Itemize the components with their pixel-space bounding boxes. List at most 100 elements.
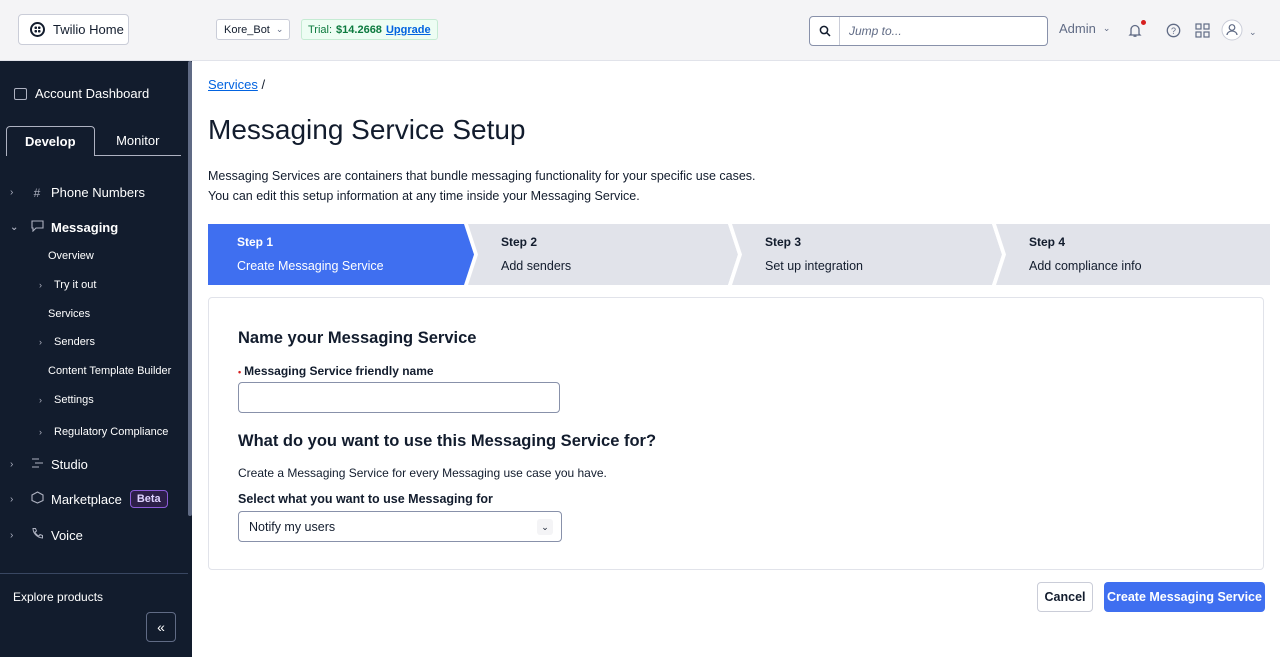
sidebar-subitem-label: Content Template Builder xyxy=(48,365,172,377)
chevron-right-icon: › xyxy=(39,427,42,437)
notification-dot xyxy=(1141,20,1146,25)
description-line-1: Messaging Services are containers that b… xyxy=(208,169,756,183)
trial-balance: $14.2668 xyxy=(336,23,382,36)
sidebar-scrollbar[interactable] xyxy=(188,61,192,516)
sidebar-item-marketplace[interactable]: › Marketplace Beta xyxy=(10,490,168,508)
chevron-down-icon: ⌄ xyxy=(1102,23,1111,33)
admin-label: Admin xyxy=(1059,21,1096,36)
tab-develop[interactable]: Develop xyxy=(6,126,95,156)
page-description: Messaging Services are containers that b… xyxy=(208,166,756,206)
tab-monitor[interactable]: Monitor xyxy=(95,125,182,155)
sidebar-subitem-label: Senders xyxy=(54,336,95,348)
breadcrumb: Services / xyxy=(208,77,265,92)
explore-products-label: Explore products xyxy=(13,590,104,603)
search-input[interactable] xyxy=(840,17,1040,45)
step-label: Add senders xyxy=(501,259,572,273)
marketplace-icon xyxy=(30,491,44,507)
friendly-name-input[interactable] xyxy=(238,382,560,413)
twilio-logo-icon xyxy=(30,22,45,37)
sidebar-item-phone-numbers[interactable]: › # Phone Numbers xyxy=(10,185,145,200)
sidebar-item-label: Marketplace xyxy=(51,491,122,507)
bell-icon[interactable] xyxy=(1126,20,1146,39)
beta-badge: Beta xyxy=(129,490,168,508)
user-menu[interactable]: ⌄ xyxy=(1221,19,1257,46)
sidebar-subitem-try-it-out[interactable]: › Try it out xyxy=(39,279,96,291)
trial-label: Trial: xyxy=(308,23,333,36)
upgrade-link[interactable]: Upgrade xyxy=(386,24,431,36)
sidebar-subitem-senders[interactable]: › Senders xyxy=(39,336,95,348)
use-case-help-text: Create a Messaging Service for every Mes… xyxy=(238,466,607,480)
page-title: Messaging Service Setup xyxy=(208,114,526,145)
use-case-select[interactable]: Notify my users ⌄ xyxy=(238,511,562,542)
name-section-heading: Name your Messaging Service xyxy=(238,329,477,347)
sidebar-subitem-label: Try it out xyxy=(54,279,97,291)
step-number: Step 2 xyxy=(501,235,538,249)
step-label: Create Messaging Service xyxy=(237,259,384,273)
sidebar-item-label: Voice xyxy=(51,527,83,543)
sidebar-item-messaging[interactable]: ⌄ Messaging xyxy=(10,220,118,235)
step-arrow-1 xyxy=(454,224,482,285)
chevron-down-icon: ⌄ xyxy=(1249,27,1257,37)
account-selector[interactable]: Kore_Bot ⌄ xyxy=(216,19,290,40)
chat-icon xyxy=(30,220,44,235)
chevron-down-icon: ⌄ xyxy=(10,222,19,233)
sidebar-subitem-services[interactable]: Services xyxy=(48,308,90,320)
phone-icon xyxy=(30,527,44,543)
sidebar-subitem-content-template-builder[interactable]: Content Template Builder xyxy=(48,365,171,377)
explore-products-link[interactable]: Explore products xyxy=(0,573,188,603)
svg-text:?: ? xyxy=(1170,26,1175,36)
create-messaging-service-button[interactable]: Create Messaging Service xyxy=(1104,582,1265,612)
use-case-heading: What do you want to use this Messaging S… xyxy=(238,432,657,450)
sidebar-subitem-label: Regulatory Compliance xyxy=(54,426,169,438)
top-bar: Twilio Home Kore_Bot ⌄ Trial: $14.2668 U… xyxy=(0,0,1280,61)
dashboard-icon xyxy=(14,87,27,100)
account-dashboard-link[interactable]: Account Dashboard xyxy=(14,86,149,101)
sidebar-item-label: Studio xyxy=(51,457,88,472)
required-marker: • xyxy=(238,367,242,377)
description-line-2: You can edit this setup information at a… xyxy=(208,189,640,203)
sidebar-subitem-label: Settings xyxy=(54,394,94,406)
sidebar-subitem-regulatory-compliance[interactable]: › Regulatory Compliance xyxy=(39,426,168,438)
apps-grid-icon[interactable] xyxy=(1193,21,1211,39)
step-arrow-3 xyxy=(982,224,1010,285)
breadcrumb-services-link[interactable]: Services xyxy=(208,77,258,92)
step-label: Add compliance info xyxy=(1029,259,1142,273)
chevron-down-icon: ⌄ xyxy=(537,519,553,535)
sidebar-item-label: Messaging xyxy=(51,220,119,235)
setup-stepper: Step 1 Create Messaging Service Step 2 A… xyxy=(208,224,1270,285)
account-name: Kore_Bot xyxy=(224,23,270,36)
chevron-down-icon: ⌄ xyxy=(275,24,284,34)
sidebar-item-voice[interactable]: › Voice xyxy=(10,527,83,543)
step-3: Step 3 Set up integration xyxy=(745,224,983,285)
help-icon[interactable]: ? xyxy=(1164,21,1182,39)
twilio-home-label: Twilio Home xyxy=(53,22,124,37)
use-case-select-value: Notify my users xyxy=(249,519,336,534)
jump-to-search xyxy=(809,16,1048,46)
double-chevron-left-icon: « xyxy=(157,619,165,635)
step-number: Step 4 xyxy=(1029,235,1066,249)
friendly-name-label-text: Messaging Service friendly name xyxy=(244,364,434,378)
collapse-sidebar-button[interactable]: « xyxy=(146,612,176,642)
search-icon[interactable] xyxy=(810,17,840,45)
user-avatar-icon xyxy=(1221,19,1243,46)
account-dashboard-label: Account Dashboard xyxy=(35,86,150,101)
service-setup-card: Name your Messaging Service • Messaging S… xyxy=(208,297,1264,570)
step-1: Step 1 Create Messaging Service xyxy=(208,224,456,285)
cancel-button[interactable]: Cancel xyxy=(1037,582,1093,612)
twilio-home-button[interactable]: Twilio Home xyxy=(18,14,129,45)
chevron-right-icon: › xyxy=(39,280,42,290)
sidebar-tabs: Develop Monitor xyxy=(6,125,181,156)
chevron-right-icon: › xyxy=(10,529,14,541)
step-label: Set up integration xyxy=(765,259,863,273)
sidebar-item-studio[interactable]: › Studio xyxy=(10,457,88,472)
admin-menu[interactable]: Admin ⌄ xyxy=(1059,21,1110,36)
sidebar-subitem-overview[interactable]: Overview xyxy=(48,250,94,262)
sidebar-subitem-settings[interactable]: › Settings xyxy=(39,394,94,406)
studio-icon xyxy=(30,457,44,472)
sidebar-item-label: Phone Numbers xyxy=(51,185,145,200)
chevron-right-icon: › xyxy=(10,493,14,505)
chevron-right-icon: › xyxy=(10,459,14,470)
sidebar: Account Dashboard Develop Monitor › # Ph… xyxy=(0,61,192,657)
step-arrow-2 xyxy=(718,224,746,285)
chevron-right-icon: › xyxy=(39,395,42,405)
